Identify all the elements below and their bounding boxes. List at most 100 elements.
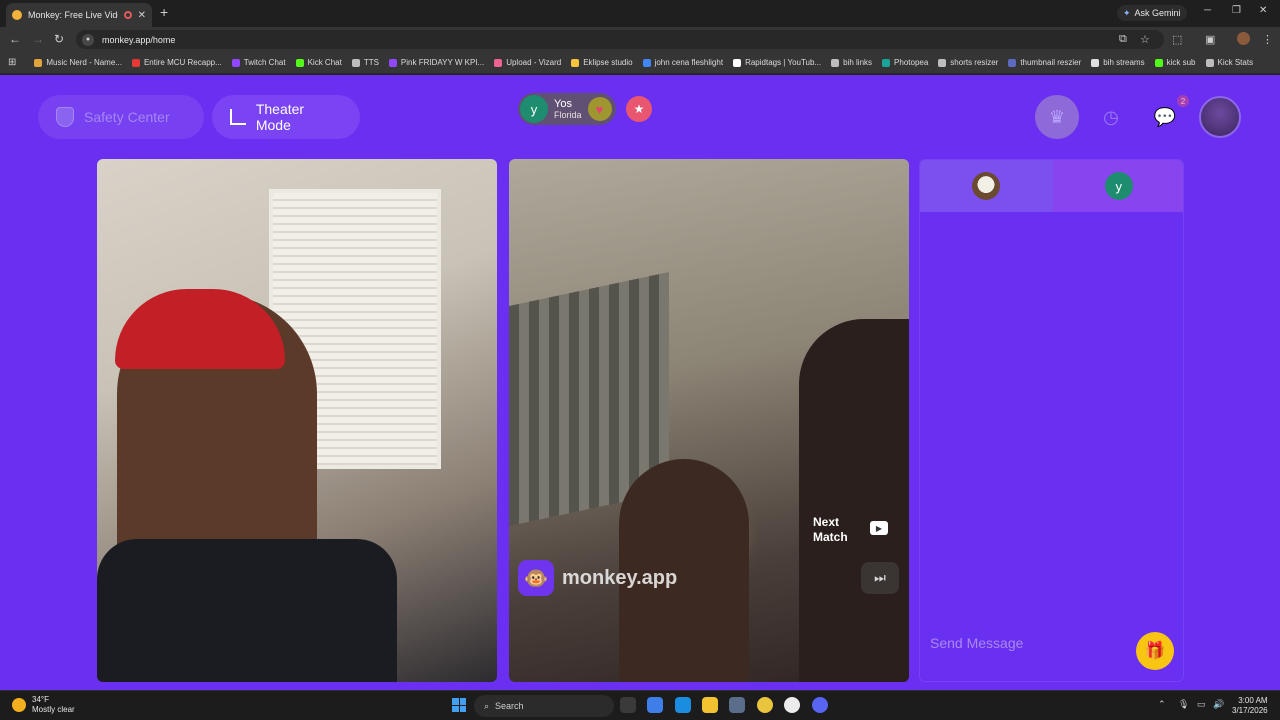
bookmark-item[interactable]: Twitch Chat [231, 58, 286, 67]
next-match-line1: Next [813, 515, 840, 529]
weather-widget[interactable]: 34°F Mostly clear [12, 695, 75, 715]
notification-badge: 2 [1177, 95, 1189, 107]
expand-icon [230, 109, 246, 125]
address-bar[interactable]: ● monkey.app/home [76, 30, 1164, 49]
bookmark-icon [1091, 58, 1100, 67]
safety-center-button[interactable]: Safety Center [38, 95, 204, 139]
bookmark-label: bih streams [1103, 58, 1145, 67]
send-message-input[interactable] [930, 631, 1120, 655]
bookmark-item[interactable]: Pink FRIDAYY W KPI... [388, 58, 485, 67]
remote-user [799, 319, 909, 682]
remote-video-feed [509, 159, 909, 682]
bookmark-item[interactable]: Eklipse studio [571, 58, 633, 67]
bookmark-item[interactable]: Rapidtags | YouTub... [733, 58, 821, 67]
bookmark-label: thumbnail reszier [1020, 58, 1082, 67]
match-user-chip[interactable]: y Yos Florida ♥ [518, 93, 616, 125]
bookmark-item[interactable]: Upload - Vizard [494, 58, 561, 67]
side-panel-icon[interactable]: ▣ [1205, 33, 1215, 46]
chat-tab-match[interactable]: y [1052, 160, 1183, 212]
forward-icon[interactable]: → [32, 32, 44, 46]
bookmark-item[interactable]: kick sub [1154, 58, 1196, 67]
menu-kebab-icon[interactable]: ⋮ [1262, 33, 1273, 46]
bookmark-label: Photopea [894, 58, 929, 67]
crown-icon[interactable]: ♛ [1035, 95, 1079, 139]
ask-gemini-button[interactable]: ✦ Ask Gemini [1117, 5, 1187, 21]
bookmark-item[interactable]: Kick Stats [1205, 58, 1253, 67]
apps-grid-icon[interactable]: ⊞ [8, 57, 16, 68]
tray-chevron-icon[interactable]: ⌃ [1158, 699, 1166, 710]
monkey-watermark: 🐵 monkey.app [518, 560, 677, 596]
bookmark-item[interactable]: Kick Chat [295, 58, 342, 67]
kick-icon [1154, 58, 1163, 67]
match-location: Florida [554, 109, 582, 120]
bookmark-label: TTS [363, 58, 379, 67]
bookmark-star-icon[interactable]: ☆ [1140, 33, 1150, 46]
shield-icon [56, 107, 74, 127]
network-icon[interactable]: ▭ [1197, 699, 1206, 710]
temperature: 34°F [32, 695, 49, 704]
volume-icon[interactable]: 🔊 [1213, 699, 1224, 710]
monkey-logo-icon: 🐵 [518, 560, 554, 596]
file-explorer-icon[interactable] [702, 697, 718, 713]
discord-icon[interactable] [812, 697, 828, 713]
weather-condition: Mostly clear [32, 705, 75, 714]
bookmark-label: john cena fleshlight [654, 58, 724, 67]
site-info-icon[interactable]: ● [82, 33, 94, 46]
vizard-icon [494, 58, 503, 67]
bookmark-item[interactable]: TTS [351, 58, 379, 67]
shirt [97, 539, 397, 682]
bookmark-item[interactable]: Photopea [882, 58, 928, 67]
bookmark-item[interactable]: john cena fleshlight [642, 58, 724, 67]
bookmark-label: Pink FRIDAYY W KPI... [400, 58, 485, 67]
obs-icon[interactable] [784, 697, 800, 713]
theater-mode-button[interactable]: Theater Mode [212, 95, 360, 139]
profile-avatar[interactable] [1199, 96, 1241, 138]
close-tab-icon[interactable]: ✕ [138, 10, 146, 21]
next-match-label: Next Match [813, 515, 848, 545]
bookmark-item[interactable]: bih streams [1091, 58, 1145, 67]
task-view-icon[interactable] [620, 697, 636, 713]
windows-start-icon[interactable] [452, 698, 466, 712]
reload-icon[interactable]: ↻ [54, 32, 64, 46]
chrome-icon[interactable] [757, 697, 773, 713]
bookmark-item[interactable]: Music Nerd - Name... [34, 58, 122, 67]
twitch-icon [388, 58, 397, 67]
next-match-button[interactable]: ⏭ [861, 562, 899, 594]
ask-gemini-label: Ask Gemini [1134, 8, 1181, 18]
self-chat-avatar [972, 172, 1001, 200]
bookmark-label: bih links [843, 58, 873, 67]
new-tab-button[interactable]: + [160, 4, 168, 20]
microphone-icon[interactable]: 🎙 [1178, 699, 1189, 710]
install-app-icon[interactable]: ⧉ [1119, 33, 1127, 46]
system-clock[interactable]: 3:00 AM 3/17/2026 [1232, 696, 1268, 716]
gift-icon[interactable]: 🎁 [1136, 632, 1174, 670]
chat-tab-self[interactable] [920, 160, 1053, 212]
taskbar-search[interactable]: ⌕ Search [474, 695, 614, 717]
bookmark-item[interactable]: bih links [831, 58, 872, 67]
edge-icon[interactable] [675, 697, 691, 713]
copilot-icon[interactable] [647, 697, 663, 713]
bookmark-item[interactable]: shorts resizer [938, 58, 998, 67]
history-icon[interactable]: ◷ [1089, 95, 1133, 139]
bookmark-icon [1008, 58, 1017, 67]
browser-tab[interactable]: Monkey: Free Live Video Ch ✕ [6, 3, 152, 27]
extensions-icon[interactable]: ⬚ [1172, 33, 1182, 46]
bookmark-item[interactable]: Entire MCU Recapp... [131, 58, 222, 67]
maximize-icon[interactable]: ❐ [1232, 5, 1241, 16]
user-badge-icon: ★ [626, 96, 652, 122]
bookmark-icon [938, 58, 947, 67]
minimize-icon[interactable]: ─ [1204, 5, 1211, 16]
store-icon[interactable] [729, 697, 745, 713]
link-icon [831, 58, 840, 67]
back-icon[interactable]: ← [9, 32, 21, 46]
local-video-feed [97, 159, 497, 682]
chat-panel: y 🎁 [919, 159, 1184, 682]
heart-icon[interactable]: ♥ [587, 97, 612, 121]
message-bar: 🎁 [920, 621, 1183, 681]
browser-profile-avatar[interactable] [1237, 32, 1250, 45]
bookmark-icon [34, 58, 43, 67]
close-window-icon[interactable]: ✕ [1259, 5, 1267, 16]
bookmark-item[interactable]: thumbnail reszier [1008, 58, 1081, 67]
bookmark-label: Rapidtags | YouTub... [745, 58, 822, 67]
clock-time: 3:00 AM [1238, 696, 1268, 705]
